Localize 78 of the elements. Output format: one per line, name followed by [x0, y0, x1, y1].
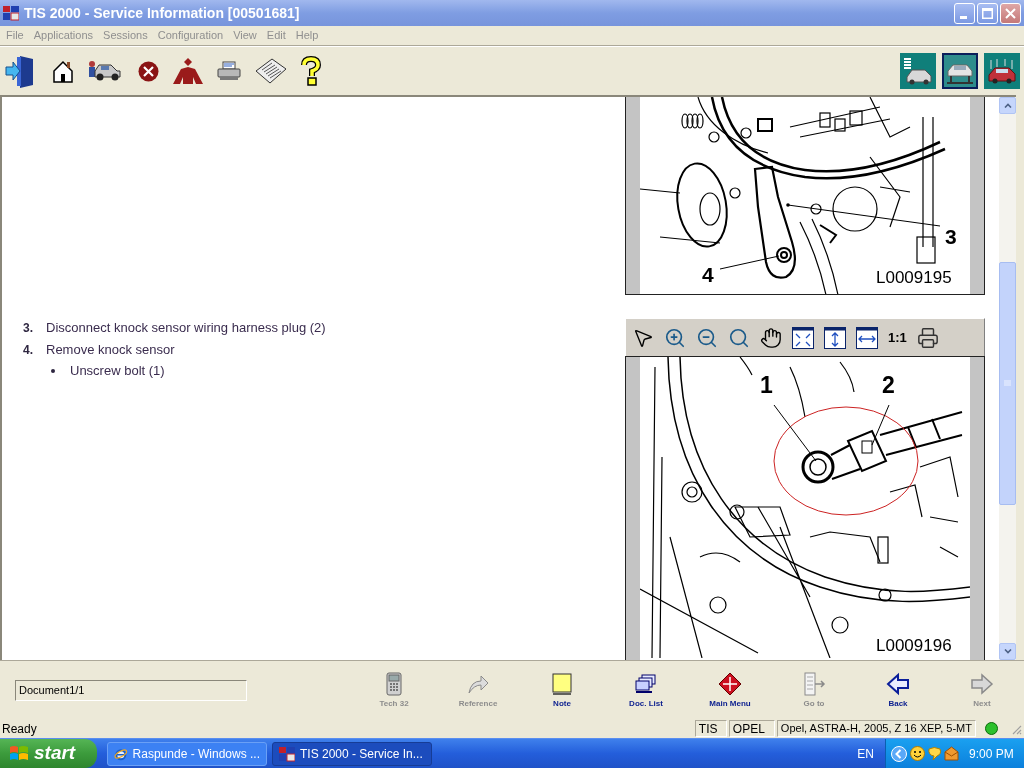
- callout-number: 2: [882, 372, 895, 398]
- page-arrow-icon: [802, 672, 826, 696]
- car-lift-button[interactable]: [942, 53, 978, 89]
- actual-size-button[interactable]: 1:1: [888, 327, 907, 348]
- app-icon: [3, 5, 19, 21]
- documents-icon: [634, 672, 658, 696]
- magnifier-icon[interactable]: [728, 326, 750, 349]
- minimize-button[interactable]: [954, 2, 975, 24]
- scroll-up-button[interactable]: [999, 97, 1016, 114]
- chevron-down-icon: [1003, 649, 1012, 654]
- status-panel: OPEL: [728, 720, 775, 737]
- maximize-button[interactable]: [977, 2, 998, 24]
- bolt-part: [776, 247, 792, 263]
- zoom-in-icon[interactable]: [664, 326, 686, 349]
- exit-door-icon[interactable]: [5, 54, 35, 88]
- chevron-icon[interactable]: [891, 745, 907, 762]
- sensor-bolt-part: [801, 444, 861, 484]
- car-documents-button[interactable]: [900, 53, 936, 89]
- close-icon: [1005, 7, 1016, 19]
- diamond-icon: [718, 672, 742, 696]
- nav-button[interactable]: Note: [520, 672, 604, 708]
- note-icon: [550, 672, 574, 696]
- car-mechanic-icon[interactable]: [87, 60, 121, 82]
- fit-height-icon[interactable]: [824, 326, 846, 349]
- callout-number: 3: [945, 225, 957, 248]
- fit-width-icon[interactable]: [856, 326, 878, 349]
- step-number: 3.: [23, 320, 34, 337]
- hand-icon[interactable]: [760, 326, 782, 349]
- mail-icon[interactable]: [944, 746, 959, 761]
- figure-code: L0009196: [876, 636, 952, 655]
- leader-line: [871, 404, 890, 446]
- step-text: Remove knock sensor: [46, 341, 175, 360]
- status-text: Ready: [1, 720, 37, 738]
- chevron-up-icon: [1003, 103, 1012, 108]
- zoom-out-icon[interactable]: [696, 326, 718, 349]
- scroll-thumb[interactable]: [999, 262, 1016, 505]
- windows-logo-icon: [9, 744, 29, 763]
- step-text: Disconnect knock sensor wiring harness plug (2): [46, 319, 326, 338]
- nav-button[interactable]: Back: [856, 672, 940, 708]
- callout-number: 1: [760, 372, 773, 398]
- nav-button[interactable]: Doc. List: [604, 672, 688, 708]
- car-list-icon: [903, 57, 933, 85]
- minimize-icon: [960, 15, 967, 19]
- leader-line: [719, 255, 780, 270]
- fit-page-icon[interactable]: [792, 326, 814, 349]
- stop-icon[interactable]: [138, 60, 159, 82]
- leader-line: [773, 404, 817, 462]
- bullet-icon: [51, 368, 55, 373]
- taskbar-button[interactable]: TIS 2000 - Service In...: [272, 741, 432, 766]
- maximize-icon: [982, 7, 993, 19]
- document-field: Document1/1: [15, 679, 247, 701]
- clock-text: 9:00 PM: [969, 745, 1014, 763]
- status-light-icon: [985, 722, 998, 735]
- language-indicator[interactable]: EN: [857, 744, 874, 763]
- taskbar-button[interactable]: Raspunde - Windows ...: [107, 741, 267, 766]
- scroll-down-button[interactable]: [999, 643, 1016, 660]
- window-title: TIS 2000 - Service Information [00501681]: [24, 3, 300, 23]
- back-arrow-icon: [886, 672, 910, 696]
- car-workshop-icon: [987, 57, 1017, 85]
- status-panel: TIS: [694, 720, 727, 737]
- car-workshop-button[interactable]: [984, 53, 1020, 89]
- help-icon[interactable]: [300, 56, 322, 86]
- smiley-icon[interactable]: [910, 746, 925, 761]
- nav-button[interactable]: Main Menu: [688, 672, 772, 708]
- substep-text: Unscrew bolt (1): [70, 361, 165, 380]
- figure-code: L0009195: [876, 268, 952, 287]
- printer-icon[interactable]: [916, 326, 939, 349]
- newspaper-icon[interactable]: [254, 57, 288, 85]
- next-arrow-icon: [970, 672, 994, 696]
- home-icon[interactable]: [52, 59, 74, 83]
- person-icon[interactable]: [172, 57, 204, 85]
- status-panel: Opel, ASTRA-H, 2005, Z 16 XEP, 5-MT: [776, 720, 976, 737]
- close-button[interactable]: [1000, 2, 1021, 24]
- app-icon: [279, 745, 295, 762]
- printer-icon[interactable]: [217, 61, 241, 81]
- step-number: 4.: [23, 342, 34, 359]
- start-button[interactable]: start: [0, 739, 97, 768]
- callout-number: 4: [702, 263, 714, 286]
